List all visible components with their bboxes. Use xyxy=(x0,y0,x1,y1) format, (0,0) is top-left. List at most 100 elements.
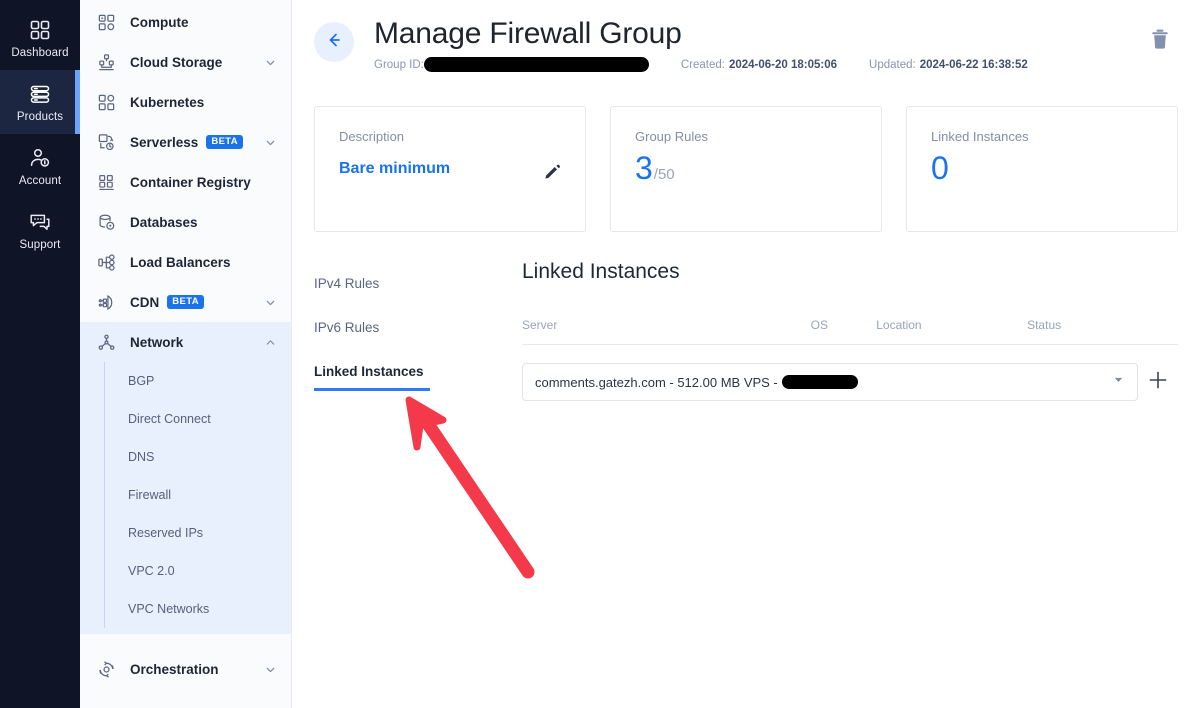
card-label-linked-instances: Linked Instances xyxy=(931,129,1029,145)
nav-subitem-dns[interactable]: DNS xyxy=(80,438,291,476)
nav-label-compute: Compute xyxy=(130,14,189,30)
load-balancers-icon xyxy=(96,252,116,272)
cloud-storage-icon xyxy=(96,52,116,72)
linked-instances-panel: Linked Instances Server OS Location Stat… xyxy=(500,260,1178,405)
rail-label-account: Account xyxy=(18,174,62,187)
column-header-server: Server xyxy=(522,318,811,346)
updated-meta: Updated: 2024-06-22 16:38:52 xyxy=(869,59,1028,71)
nav-label-databases: Databases xyxy=(130,214,198,230)
created-label: Created: xyxy=(680,58,725,71)
nav-label-container-registry: Container Registry xyxy=(130,174,251,190)
tab-wrap-ipv4: IPv4 Rules xyxy=(314,270,500,314)
badge-serverless-beta: BETA xyxy=(206,134,244,150)
nav-subitem-vpc-2-0[interactable]: VPC 2.0 xyxy=(80,552,291,590)
updated-label: Updated: xyxy=(869,58,916,71)
databases-icon xyxy=(96,212,116,232)
nav-label-serverless: Serverless xyxy=(130,134,199,150)
main-content: Manage Firewall Group Group ID: Created:… xyxy=(292,0,1200,708)
card-group-rules: Group Rules 3 /50 xyxy=(610,106,882,233)
instance-select-value: comments.gatezh.com - 512.00 MB VPS - xyxy=(535,375,858,390)
nav-tail: Orchestration xyxy=(80,634,291,704)
tab-wrap-ipv6: IPv6 Rules xyxy=(314,314,500,358)
chevron-down-icon[interactable] xyxy=(264,663,277,676)
network-nodes-icon xyxy=(96,332,116,352)
nav-subitem-bgp[interactable]: BGP xyxy=(80,362,291,400)
page-title: Manage Firewall Group xyxy=(374,17,682,50)
nav-item-databases[interactable]: Databases xyxy=(80,202,291,242)
nav-item-network[interactable]: Network xyxy=(80,322,291,362)
add-instance-row: comments.gatezh.com - 512.00 MB VPS - xyxy=(522,363,1178,402)
secondary-nav: Compute Cloud Storage Kubernetes Serverl… xyxy=(80,0,292,708)
header-text-block: Manage Firewall Group Group ID: Created:… xyxy=(374,16,1028,73)
chevron-down-icon[interactable] xyxy=(264,56,277,69)
card-value-group-rules: 3 /50 xyxy=(635,152,857,184)
nav-label-network: Network xyxy=(130,334,184,350)
rail-label-support: Support xyxy=(19,238,61,251)
nav-label-cloud-storage: Cloud Storage xyxy=(130,54,223,70)
rules-tab-list: IPv4 Rules IPv6 Rules Linked Instances xyxy=(314,260,500,405)
app-root: Dashboard Products Account Support Compu… xyxy=(0,0,1200,708)
table-header-row: Server OS Location Status xyxy=(522,318,1178,346)
primary-rail: Dashboard Products Account Support xyxy=(0,0,80,708)
group-id-label: Group ID: xyxy=(374,58,424,71)
nav-label-load-balancers: Load Balancers xyxy=(130,254,231,270)
nav-subitem-firewall[interactable]: Firewall xyxy=(80,476,291,514)
badge-cdn-beta: BETA xyxy=(167,294,205,310)
arrow-left-icon xyxy=(324,30,344,55)
nav-item-compute[interactable]: Compute xyxy=(80,2,291,42)
group-id-redaction xyxy=(423,57,649,73)
add-instance-button[interactable] xyxy=(1138,369,1178,396)
nav-subitem-vpc-networks[interactable]: VPC Networks xyxy=(80,590,291,628)
edit-description-button[interactable] xyxy=(544,163,561,185)
lower-section: IPv4 Rules IPv6 Rules Linked Instances L… xyxy=(314,260,1178,405)
chevron-down-icon[interactable] xyxy=(264,136,277,149)
rail-item-support[interactable]: Support xyxy=(0,198,80,262)
chevron-up-icon[interactable] xyxy=(264,336,277,349)
created-value: 2024-06-20 18:05:06 xyxy=(728,58,838,71)
nav-group-network: Network BGP Direct Connect DNS Firewall … xyxy=(80,322,291,634)
back-button[interactable] xyxy=(314,22,354,62)
nav-label-kubernetes: Kubernetes xyxy=(130,94,205,110)
rail-label-dashboard: Dashboard xyxy=(11,46,69,59)
tab-ipv6-rules[interactable]: IPv6 Rules xyxy=(314,314,379,344)
nav-subitem-direct-connect[interactable]: Direct Connect xyxy=(80,400,291,438)
instance-id-redaction xyxy=(781,375,858,390)
summary-cards: Description Bare minimum Group Rules 3 /… xyxy=(314,106,1178,233)
dashboard-grid-icon xyxy=(28,18,52,42)
kubernetes-icon xyxy=(96,92,116,112)
group-rules-count: 3 xyxy=(635,150,653,187)
nav-subitem-reserved-ips[interactable]: Reserved IPs xyxy=(80,514,291,552)
nav-label-cdn: CDN xyxy=(130,294,160,310)
compute-icon xyxy=(96,12,116,32)
pencil-icon xyxy=(544,165,561,184)
nav-label-orchestration: Orchestration xyxy=(130,661,219,677)
nav-item-cloud-storage[interactable]: Cloud Storage xyxy=(80,42,291,82)
tab-wrap-linked: Linked Instances xyxy=(314,358,500,405)
rail-item-account[interactable]: Account xyxy=(0,134,80,198)
tab-linked-instances[interactable]: Linked Instances xyxy=(314,358,430,392)
delete-group-button[interactable] xyxy=(1150,28,1170,55)
rail-item-dashboard[interactable]: Dashboard xyxy=(0,6,80,70)
instance-select-text: comments.gatezh.com - 512.00 MB VPS - xyxy=(535,374,778,390)
nav-item-orchestration[interactable]: Orchestration xyxy=(80,634,291,704)
trash-icon xyxy=(1150,29,1170,54)
instance-select[interactable]: comments.gatezh.com - 512.00 MB VPS - xyxy=(522,363,1138,402)
tab-ipv4-rules[interactable]: IPv4 Rules xyxy=(314,270,379,300)
chat-bubbles-icon xyxy=(28,210,52,234)
group-rules-limit: /50 xyxy=(653,166,675,184)
panel-title: Linked Instances xyxy=(522,260,680,284)
nav-item-cdn[interactable]: CDN BETA xyxy=(80,282,291,322)
nav-item-serverless[interactable]: Serverless BETA xyxy=(80,122,291,162)
nav-item-container-registry[interactable]: Container Registry xyxy=(80,162,291,202)
chevron-down-icon[interactable] xyxy=(1112,373,1125,391)
cdn-icon xyxy=(96,292,116,312)
orchestration-icon xyxy=(96,659,116,679)
user-key-icon xyxy=(28,146,52,170)
column-header-status: Status xyxy=(1027,318,1178,346)
card-value-linked-instances: 0 xyxy=(931,152,1153,184)
page-meta-row: Group ID: Created: 2024-06-20 18:05:06 U… xyxy=(374,57,1028,73)
nav-item-load-balancers[interactable]: Load Balancers xyxy=(80,242,291,282)
chevron-down-icon[interactable] xyxy=(264,296,277,309)
nav-item-kubernetes[interactable]: Kubernetes xyxy=(80,82,291,122)
rail-item-products[interactable]: Products xyxy=(0,70,80,134)
